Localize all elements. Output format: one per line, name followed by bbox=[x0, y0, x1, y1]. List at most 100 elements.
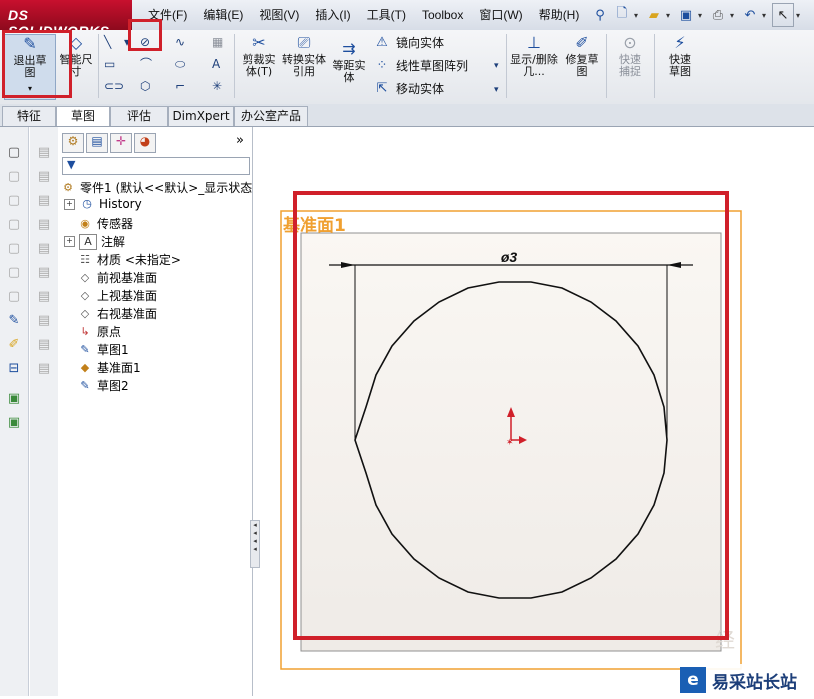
box-icon[interactable]: ▢ bbox=[6, 217, 22, 233]
slot-icon[interactable]: ⊂⊃ bbox=[104, 76, 124, 96]
chevron-down-icon[interactable]: ▾ bbox=[666, 11, 674, 20]
spline-icon[interactable]: ∿ bbox=[175, 32, 185, 52]
box-icon[interactable]: ▢ bbox=[6, 169, 22, 185]
property-manager-tab-icon[interactable]: ▤ bbox=[86, 133, 108, 153]
table-icon[interactable]: ▤ bbox=[36, 169, 52, 185]
command-tabs: 特征 草图 评估 DimXpert 办公室产品 bbox=[0, 104, 814, 127]
smart-tool-icon[interactable]: ✐ bbox=[6, 337, 22, 353]
dimension-label[interactable]: ø3 bbox=[501, 249, 518, 265]
tab-sketch[interactable]: 草图 bbox=[56, 106, 110, 126]
arc-icon[interactable]: ⌒ bbox=[140, 54, 152, 74]
chevron-down-icon[interactable]: ▾ bbox=[730, 11, 738, 20]
menu-toolbox[interactable]: Toolbox bbox=[414, 0, 471, 30]
print-icon[interactable]: ⎙ bbox=[708, 4, 728, 26]
filter-field[interactable]: ▼ bbox=[62, 157, 250, 175]
chevron-down-icon[interactable]: ▾ bbox=[698, 11, 706, 20]
tree-item-sketch1[interactable]: ✎ 草图1 bbox=[77, 341, 128, 358]
relations-icon: ⊥ bbox=[527, 33, 541, 52]
chevron-down-icon[interactable]: ▾ bbox=[494, 56, 499, 76]
repair-icon: ✐ bbox=[575, 33, 589, 52]
pin-icon[interactable]: ⚲ bbox=[590, 4, 610, 26]
new-icon[interactable]: 🗋 bbox=[612, 4, 632, 26]
rectangle-icon[interactable]: ▭ bbox=[104, 54, 115, 74]
tree-item-front-plane[interactable]: ◇ 前视基准面 bbox=[77, 269, 157, 286]
open-icon[interactable]: ▰ bbox=[644, 4, 664, 26]
tab-dimxpert[interactable]: DimXpert bbox=[168, 106, 234, 126]
table-icon[interactable]: ▤ bbox=[36, 193, 52, 209]
configuration-tab-icon[interactable]: ✛ bbox=[110, 133, 132, 153]
panel-splitter[interactable]: ◂ ◂ ◂ ◂ bbox=[250, 520, 260, 568]
box-icon[interactable]: ▢ bbox=[6, 289, 22, 305]
expand-icon[interactable]: + bbox=[64, 236, 75, 247]
ellipse-icon[interactable]: ⬭ bbox=[175, 54, 185, 74]
chevron-down-icon[interactable]: ▾ bbox=[762, 11, 770, 20]
feature-manager-tab-icon[interactable]: ⚙ bbox=[62, 133, 84, 153]
tree-item-right-plane[interactable]: ◇ 右视基准面 bbox=[77, 305, 157, 322]
tree-item-sketch2[interactable]: ✎ 草图2 bbox=[77, 377, 128, 394]
chevron-down-icon[interactable]: ▾ bbox=[634, 11, 642, 20]
quick-snaps-button[interactable]: ⊙ 快速捕捉 bbox=[610, 34, 650, 78]
display-delete-relations-button[interactable]: ⊥ 显示/删除几... bbox=[510, 34, 558, 78]
repair-sketch-button[interactable]: ✐ 修复草图 bbox=[562, 34, 602, 78]
box-icon[interactable]: ▢ bbox=[6, 241, 22, 257]
tab-features[interactable]: 特征 bbox=[2, 106, 56, 126]
display-manager-tab-icon[interactable]: ◕ bbox=[134, 133, 156, 153]
fillet-icon[interactable]: ⌐ bbox=[175, 76, 185, 96]
point-icon[interactable]: ✳ bbox=[212, 76, 222, 96]
select-icon[interactable]: ↖ bbox=[772, 3, 794, 27]
tree-item-top-plane[interactable]: ◇ 上视基准面 bbox=[77, 287, 157, 304]
rapid-sketch-button[interactable]: ⚡ 快速草图 bbox=[658, 34, 702, 78]
menu-view[interactable]: 视图(V) bbox=[251, 0, 307, 30]
menu-help[interactable]: 帮助(H) bbox=[531, 0, 588, 30]
solidworks-logo[interactable]: DS SOLIDWORKS bbox=[0, 0, 132, 39]
offset-icon: ⇉ bbox=[342, 39, 356, 58]
expand-arrows-icon[interactable]: » bbox=[236, 133, 244, 148]
table-icon[interactable]: ▤ bbox=[36, 241, 52, 257]
table-icon[interactable]: ▤ bbox=[36, 265, 52, 281]
sketch-canvas: ø3 ✶ 基准面1 经 bbox=[280, 191, 742, 670]
tree-item-plane1[interactable]: ◆ 基准面1 bbox=[77, 359, 141, 376]
menu-insert[interactable]: 插入(I) bbox=[307, 0, 358, 30]
menu-tools[interactable]: 工具(T) bbox=[359, 0, 414, 30]
tree-item-history[interactable]: + ◷ History bbox=[64, 197, 142, 211]
table-icon[interactable]: ▤ bbox=[36, 361, 52, 377]
text-icon[interactable]: A bbox=[212, 54, 220, 74]
menu-edit[interactable]: 编辑(E) bbox=[195, 0, 251, 30]
graphics-area[interactable]: ø3 ✶ 基准面1 经 bbox=[253, 127, 814, 696]
layers-icon[interactable]: ▣ bbox=[6, 391, 22, 407]
line-icon[interactable]: ╲ bbox=[104, 32, 111, 52]
box-icon[interactable]: ▢ bbox=[6, 145, 22, 161]
undo-icon[interactable]: ↶ bbox=[740, 4, 760, 26]
table-icon[interactable]: ▤ bbox=[36, 313, 52, 329]
expand-icon[interactable]: + bbox=[64, 198, 75, 210]
sketch-icon[interactable]: ✎ bbox=[6, 313, 22, 329]
polygon-icon[interactable]: ⬡ bbox=[140, 76, 150, 96]
trim-button[interactable]: ✂ 剪裁实体(T) bbox=[238, 34, 280, 78]
table-icon[interactable]: ▤ bbox=[36, 145, 52, 161]
save-icon[interactable]: ▣ bbox=[676, 4, 696, 26]
relations-icon[interactable]: ⊟ bbox=[6, 361, 22, 377]
convert-entities-button[interactable]: ⎚ 转换实体引用 bbox=[282, 34, 326, 78]
mirror-entities-button[interactable]: ⚠ 镜向实体 bbox=[374, 34, 444, 51]
table-icon[interactable]: ▤ bbox=[36, 289, 52, 305]
linear-pattern-button[interactable]: ⁘ 线性草图阵列 bbox=[374, 57, 468, 74]
tree-item-material[interactable]: ☷ 材质 <未指定> bbox=[77, 251, 181, 268]
grid-icon[interactable]: ▦ bbox=[212, 32, 223, 52]
table-icon[interactable]: ▤ bbox=[36, 217, 52, 233]
chevron-down-icon[interactable]: ▾ bbox=[796, 11, 804, 20]
tree-item-origin[interactable]: ↳ 原点 bbox=[77, 323, 121, 340]
tree-root[interactable]: ⚙ 零件1 (默认<<默认>_显示状态 bbox=[60, 179, 252, 196]
menu-window[interactable]: 窗口(W) bbox=[471, 0, 530, 30]
table-icon[interactable]: ▤ bbox=[36, 337, 52, 353]
chevron-down-icon[interactable]: ▾ bbox=[494, 80, 499, 100]
box-icon[interactable]: ▢ bbox=[6, 265, 22, 281]
tab-office-products[interactable]: 办公室产品 bbox=[234, 106, 308, 126]
tree-item-annotations[interactable]: + A 注解 bbox=[64, 233, 125, 250]
box-icon[interactable]: ▢ bbox=[6, 193, 22, 209]
offset-entities-button[interactable]: ⇉ 等距实体 bbox=[328, 40, 370, 84]
tab-evaluate[interactable]: 评估 bbox=[110, 106, 168, 126]
quick-access-toolbar: ⚲ 🗋 ▾ ▰ ▾ ▣ ▾ ⎙ ▾ ↶ ▾ ↖ ▾ bbox=[590, 2, 804, 28]
tree-item-sensors[interactable]: ◉ 传感器 bbox=[77, 215, 133, 232]
layers-icon[interactable]: ▣ bbox=[6, 415, 22, 431]
move-entities-button[interactable]: ⇱ 移动实体 bbox=[374, 80, 444, 97]
